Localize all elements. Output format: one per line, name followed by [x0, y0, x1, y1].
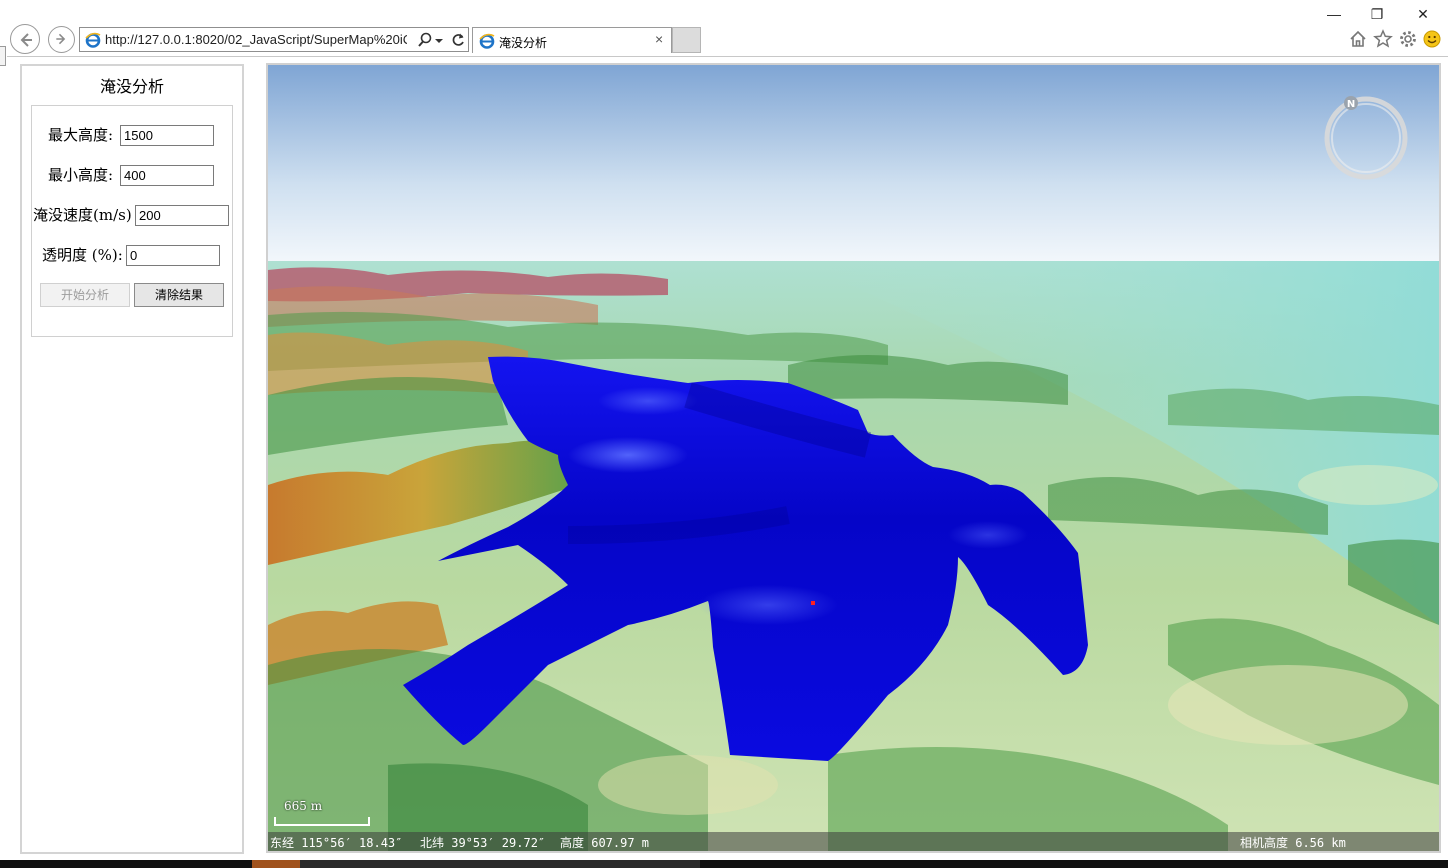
- taskbar: [0, 860, 1448, 868]
- taskbar-app-active[interactable]: [252, 860, 300, 868]
- ie-logo-icon: [85, 32, 101, 48]
- tab-flood-analysis[interactable]: 淹没分析 ×: [472, 27, 672, 53]
- back-button[interactable]: [10, 24, 40, 54]
- back-icon: [20, 33, 32, 47]
- scale-bar: [274, 817, 370, 826]
- side-tab-edge: [0, 46, 6, 66]
- start-analysis-button[interactable]: 开始分析: [40, 283, 130, 307]
- clear-results-button[interactable]: 清除结果: [134, 283, 224, 307]
- coordinate-status-bar: 东经 115°56′ 18.43″ 北纬 39°53′ 29.72″ 高度 60…: [268, 832, 1439, 851]
- taskbar-apps[interactable]: [300, 860, 700, 868]
- analysis-point-marker: [811, 601, 815, 605]
- min-height-label: 最小高度:: [48, 166, 114, 184]
- address-bar[interactable]: http://127.0.0.1:8020/02_JavaScript/Supe…: [79, 27, 469, 52]
- home-icon[interactable]: [1348, 29, 1368, 49]
- compass-north-label: N: [1347, 99, 1355, 110]
- max-height-input[interactable]: [120, 125, 214, 146]
- browser-chrome: — ❐ ✕ http://127.0.0.1:8020/02_JavaScrip…: [0, 0, 1448, 58]
- address-url[interactable]: http://127.0.0.1:8020/02_JavaScript/Supe…: [105, 32, 407, 49]
- camera-height-readout: 相机高度 6.56 km: [1240, 836, 1346, 850]
- longitude-readout: 东经 115°56′ 18.43″: [270, 836, 403, 850]
- search-icon[interactable]: [417, 31, 433, 49]
- scale-label: 665 m: [284, 799, 323, 813]
- page-content: 淹没分析 最大高度: 最小高度: 淹没速度(m/s) 透明度 (%): 开始分析…: [7, 56, 1448, 860]
- min-height-input[interactable]: [120, 165, 214, 186]
- restore-button[interactable]: ❐: [1366, 4, 1388, 24]
- minimize-button[interactable]: —: [1323, 4, 1345, 24]
- forward-button[interactable]: [48, 26, 75, 53]
- close-tab-icon[interactable]: ×: [655, 31, 663, 47]
- settings-icon[interactable]: [1398, 29, 1418, 49]
- tab-ie-icon: [479, 33, 495, 49]
- terrain-render[interactable]: [268, 65, 1439, 851]
- latitude-readout: 北纬 39°53′ 29.72″: [420, 836, 546, 850]
- flood-speed-label: 淹没速度(m/s): [33, 206, 132, 224]
- compass-icon[interactable]: N: [1323, 95, 1409, 181]
- height-readout: 高度 607.97 m: [560, 836, 650, 850]
- analysis-form: 最大高度: 最小高度: 淹没速度(m/s) 透明度 (%): 开始分析 清除结果: [31, 105, 233, 337]
- panel-title: 淹没分析: [99, 77, 164, 96]
- opacity-label: 透明度 (%):: [42, 246, 123, 264]
- new-tab-button[interactable]: [672, 27, 701, 53]
- tab-label: 淹没分析: [499, 36, 548, 50]
- forward-icon: [56, 33, 66, 45]
- flood-analysis-panel: 淹没分析 最大高度: 最小高度: 淹没速度(m/s) 透明度 (%): 开始分析…: [20, 64, 244, 854]
- favorites-icon[interactable]: [1373, 29, 1393, 49]
- smiley-icon[interactable]: [1422, 29, 1442, 49]
- close-window-button[interactable]: ✕: [1412, 4, 1434, 24]
- refresh-icon[interactable]: [450, 31, 466, 49]
- opacity-input[interactable]: [126, 245, 220, 266]
- dropdown-icon[interactable]: [434, 31, 444, 49]
- max-height-label: 最大高度:: [48, 126, 114, 144]
- flood-speed-input[interactable]: [135, 205, 229, 226]
- 3d-scene-viewer[interactable]: N 665 m 东经 115°56′ 18.43″ 北纬 39°53′ 29.7…: [266, 63, 1441, 853]
